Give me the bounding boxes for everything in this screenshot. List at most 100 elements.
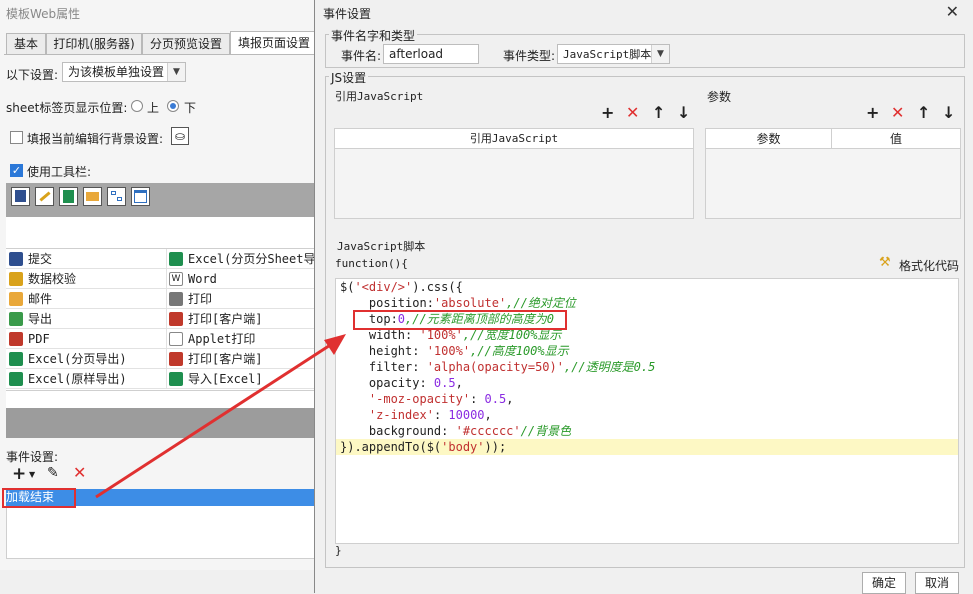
excel-icon: [9, 372, 23, 386]
toolbar-button-grid: 提交 Excel(分页分Sheet导出) 数据校验 W Word 邮件 打印 导出…: [6, 249, 335, 390]
red-highlight-box-code: [353, 310, 567, 330]
save-icon[interactable]: [11, 187, 30, 206]
use-toolbar-label: 使用工具栏:: [27, 165, 92, 179]
function-close: }: [335, 544, 342, 557]
code-line: '-moz-opacity': 0.5,: [368, 392, 514, 406]
arrow-down-icon[interactable]: ↓: [942, 105, 955, 121]
window-icon[interactable]: [131, 187, 150, 206]
event-type-label: 事件类型:: [503, 49, 556, 63]
grid-divider: [166, 249, 167, 389]
tab-page-preview[interactable]: 分页预览设置: [142, 33, 230, 55]
code-line: position:'absolute',//绝对定位: [340, 296, 576, 310]
param-column-header: 参数: [706, 129, 832, 149]
grid-item-excel-sheet-export[interactable]: Excel(分页分Sheet导出): [166, 249, 335, 269]
arrow-up-icon[interactable]: ↑: [917, 105, 930, 121]
printer-icon: [169, 292, 183, 306]
add-icon[interactable]: +: [866, 105, 879, 121]
grid-item-word[interactable]: W Word: [166, 269, 316, 289]
template-web-properties-window: 模板Web属性 基本 打印机(服务器) 分页预览设置 填报页面设置 以下设置: …: [0, 0, 335, 570]
arrow-up-icon[interactable]: ↑: [652, 105, 665, 121]
grid-item-pdf[interactable]: PDF: [6, 329, 166, 349]
paint-bucket-icon[interactable]: ⛀: [171, 127, 189, 145]
tab-divider: [4, 54, 322, 55]
arrow-down-icon[interactable]: ↓: [677, 105, 690, 121]
grid-blank-area: [6, 390, 316, 408]
ref-js-label: 引用JavaScript: [335, 90, 424, 103]
code-line: opacity: 0.5,: [340, 376, 463, 390]
pencil-check-icon[interactable]: [35, 187, 54, 206]
format-code-button[interactable]: 格式化代码: [899, 257, 959, 274]
radio-bottom[interactable]: [167, 100, 179, 112]
event-type-select[interactable]: JavaScript脚本 ▼: [557, 44, 670, 64]
event-name-input[interactable]: afterload: [383, 44, 479, 64]
pencil-check-icon: [9, 272, 23, 286]
js-script-label: JavaScript脚本: [337, 240, 426, 253]
event-name-label: 事件名:: [341, 49, 382, 63]
ref-js-table[interactable]: 引用JavaScript: [334, 128, 694, 219]
grid-item-print[interactable]: 打印: [166, 289, 316, 309]
tab-fill-page-settings[interactable]: 填报页面设置: [230, 31, 318, 55]
grid-item-data-validation[interactable]: 数据校验: [6, 269, 166, 289]
delete-icon[interactable]: ✕: [626, 105, 639, 121]
sheet-position-label: sheet标签页显示位置:: [6, 101, 128, 115]
event-settings-dialog: 事件设置 ✕ 事件名字和类型 事件名: afterload 事件类型: Java…: [314, 0, 973, 594]
code-line: background: '#cccccc'//背景色: [340, 424, 572, 438]
code-line: $('<div/>').css({: [340, 280, 463, 294]
use-toolbar-checkbox[interactable]: ✓: [10, 164, 23, 177]
chevron-down-icon[interactable]: ▼: [29, 470, 35, 479]
grid-item-print-client-2[interactable]: 打印[客户端]: [166, 349, 316, 369]
function-open: function(){: [335, 257, 408, 270]
ref-js-column-header: 引用JavaScript: [335, 129, 693, 149]
event-type-value: JavaScript脚本: [563, 48, 652, 61]
tab-printer-server[interactable]: 打印机(服务器): [46, 33, 142, 55]
grid-item-submit[interactable]: 提交: [6, 249, 166, 269]
grid-item-excel-page-export[interactable]: Excel(分页导出): [6, 349, 166, 369]
radio-top-label: 上: [147, 101, 160, 115]
applet-icon: [169, 332, 183, 346]
delete-icon[interactable]: ✕: [891, 105, 904, 121]
excel-icon: [9, 352, 23, 366]
grid-item-excel-original-export[interactable]: Excel(原样导出): [6, 369, 166, 389]
params-table[interactable]: 参数 值: [705, 128, 961, 219]
ok-button[interactable]: 确定: [862, 572, 906, 594]
gray-separator-bar: [6, 408, 316, 438]
structure-icon[interactable]: [107, 187, 126, 206]
toolbar-preview-blank: [6, 217, 316, 249]
chevron-down-icon: ▼: [651, 45, 669, 63]
close-icon[interactable]: ✕: [946, 2, 959, 21]
export-icon: [9, 312, 23, 326]
dialog-title: 事件设置: [323, 7, 372, 21]
following-settings-select[interactable]: 为该模板单独设置 ▼: [62, 62, 186, 82]
grid-item-mail[interactable]: 邮件: [6, 289, 166, 309]
pdf-icon: [9, 332, 23, 346]
name-type-group-label: 事件名字和类型: [329, 27, 418, 44]
broom-icon[interactable]: ⚒: [879, 255, 891, 270]
event-settings-label: 事件设置:: [6, 450, 59, 464]
params-label: 参数: [707, 90, 732, 104]
cancel-button[interactable]: 取消: [915, 572, 959, 594]
radio-top[interactable]: [131, 100, 143, 112]
code-line: filter: 'alpha(opacity=50)',//透明度是0.5: [340, 360, 656, 374]
tab-basic[interactable]: 基本: [6, 33, 46, 55]
window-title: 模板Web属性: [6, 7, 81, 21]
word-icon: W: [169, 272, 183, 286]
add-icon[interactable]: +: [601, 105, 614, 121]
save-icon: [9, 252, 23, 266]
value-column-header: 值: [832, 129, 960, 149]
grid-item-export[interactable]: 导出: [6, 309, 166, 329]
code-line: height: '100%',//高度100%显示: [340, 344, 569, 358]
excel-icon[interactable]: [59, 187, 78, 206]
following-settings-label: 以下设置:: [6, 68, 59, 82]
following-settings-value: 为该模板单独设置: [68, 65, 165, 79]
grid-item-print-client[interactable]: 打印[客户端]: [166, 309, 316, 329]
mail-icon: [9, 292, 23, 306]
delete-icon[interactable]: ✕: [73, 463, 86, 482]
mail-icon[interactable]: [83, 187, 102, 206]
grid-item-applet-print[interactable]: Applet打印: [166, 329, 316, 349]
grid-item-import-excel[interactable]: 导入[Excel]: [166, 369, 316, 389]
add-icon[interactable]: +: [12, 464, 26, 484]
excel-import-icon: [169, 372, 183, 386]
js-settings-group-label: JS设置: [329, 69, 369, 86]
pencil-icon[interactable]: ✎: [47, 465, 59, 481]
fill-bg-checkbox[interactable]: [10, 131, 23, 144]
